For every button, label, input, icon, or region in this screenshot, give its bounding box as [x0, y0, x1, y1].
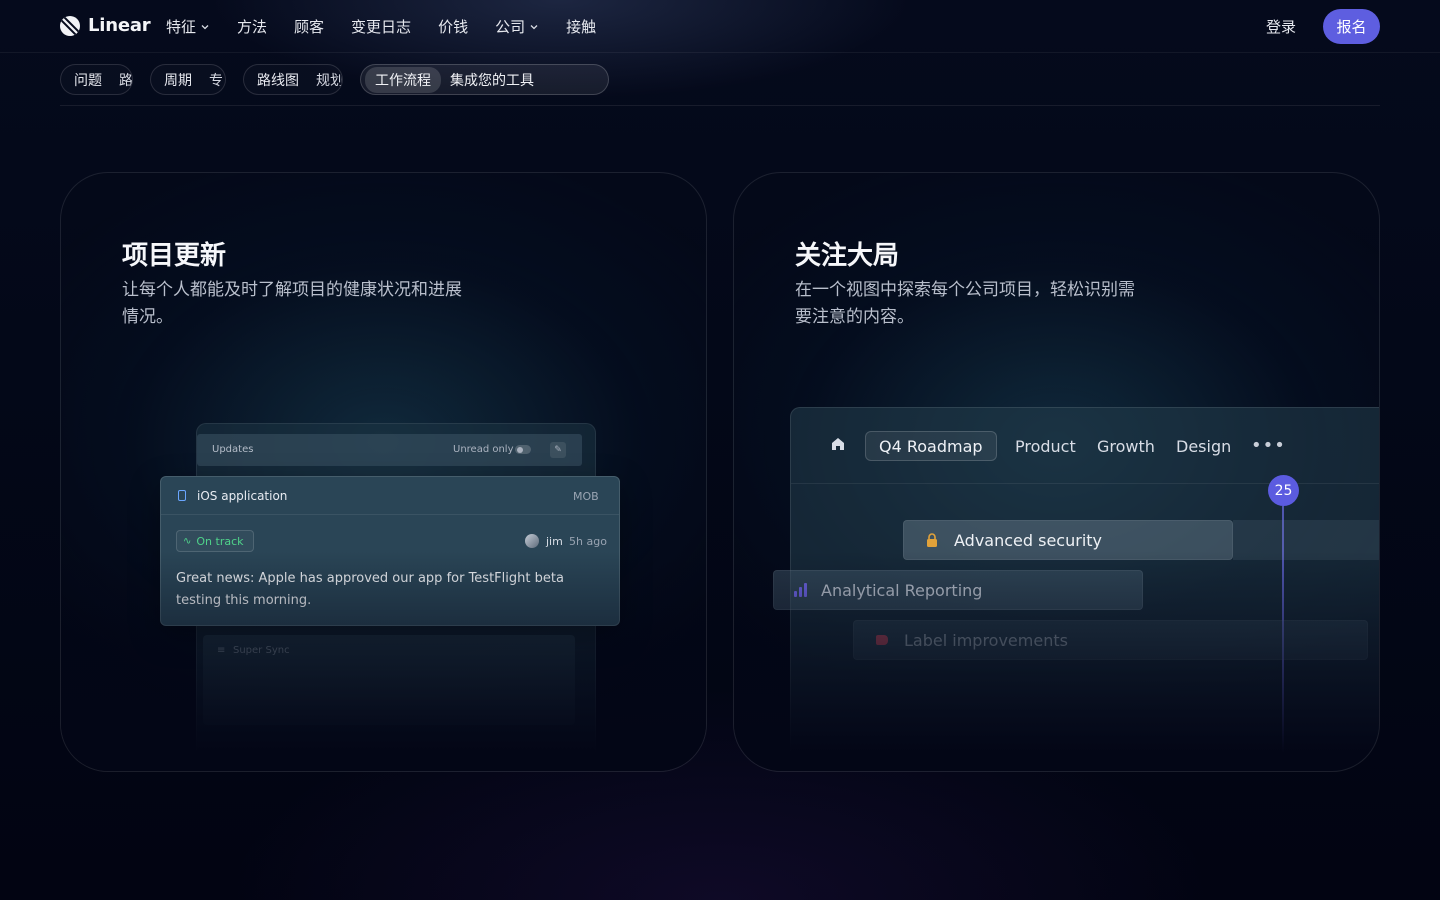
chevron-down-icon: [530, 24, 538, 29]
project-code: MOB: [573, 490, 599, 503]
tab-sub-label: 路: [119, 72, 133, 89]
timeline-bar-extension: [1233, 520, 1379, 560]
updates-label: Updates: [212, 444, 254, 455]
nav-link-label: 特征: [166, 18, 197, 36]
nav-link-label: 变更日志: [351, 18, 412, 36]
nav-links: 特征 方法 顾客 变更日志 价钱 公司 接触: [166, 0, 623, 53]
project-name: iOS application: [197, 489, 288, 503]
project-bar-label: Label improvements: [904, 630, 1068, 650]
tab-q4-roadmap[interactable]: Q4 Roadmap: [865, 431, 997, 461]
chevron-down-icon: [201, 24, 209, 29]
time-ago: 5h ago: [569, 535, 607, 548]
tab-cycles[interactable]: 周期 专: [150, 64, 226, 95]
project-bar-advanced-security[interactable]: Advanced security: [903, 520, 1233, 560]
feature-tabs: 问题 路 周期 专 路线图 规划 工作流程 集成您的工具: [60, 64, 609, 95]
unread-only-label: Unread only: [453, 444, 514, 455]
project-bar-label: Analytical Reporting: [821, 580, 983, 600]
update-message: Great news: Apple has approved our app f…: [176, 571, 564, 608]
nav-link-label: 价钱: [438, 18, 469, 36]
phone-icon: [178, 490, 186, 501]
nav-link-company[interactable]: 公司: [495, 16, 539, 37]
date-marker: 25: [1268, 475, 1299, 506]
card-description: 让每个人都能及时了解项目的健康状况和进展情况。: [122, 280, 462, 327]
pulse-icon: ∿: [183, 535, 192, 547]
avatar: [525, 534, 539, 548]
card-description: 在一个视图中探索每个公司项目，轻松识别需要注意的内容。: [795, 280, 1135, 327]
tab-sub-label: 集成您的工具: [450, 72, 534, 89]
project-bar-analytical-reporting[interactable]: Analytical Reporting: [773, 570, 1143, 610]
nav-link-customers[interactable]: 顾客: [294, 16, 324, 37]
project-updates-card: 项目更新 让每个人都能及时了解项目的健康状况和进展情况。 Updates Unr…: [60, 172, 707, 772]
update-item-header: iOS application MOB: [161, 477, 619, 515]
tab-issues[interactable]: 问题 路: [60, 64, 133, 95]
faded-project-name: Super Sync: [233, 645, 290, 656]
nav-link-features[interactable]: 特征: [166, 16, 210, 37]
roadmap-panel: Q4 Roadmap Product Growth Design ••• 25 …: [773, 407, 1379, 771]
tab-label: 路线图: [257, 72, 299, 89]
updates-header: Updates Unread only ✎: [197, 434, 582, 466]
signup-button[interactable]: 报名: [1323, 9, 1380, 44]
logo-link[interactable]: Linear: [60, 15, 151, 36]
project-bar-label-improvements[interactable]: Label improvements: [853, 620, 1368, 660]
nav-link-label: 公司: [495, 18, 526, 36]
nav-link-changelog[interactable]: 变更日志: [351, 16, 411, 37]
card-title: 项目更新: [122, 241, 227, 271]
tab-label: 问题: [74, 72, 102, 89]
login-link[interactable]: 登录: [1266, 16, 1296, 37]
author-name: jim: [546, 535, 563, 548]
update-item[interactable]: iOS application MOB ∿ On track jim 5h ag…: [160, 476, 620, 626]
faded-update-item: ≡ Super Sync: [203, 635, 575, 725]
roadmap-toolbar: Q4 Roadmap Product Growth Design •••: [791, 408, 1379, 484]
lock-icon: [927, 533, 937, 547]
unread-toggle[interactable]: [515, 445, 531, 454]
nav-link-method[interactable]: 方法: [237, 16, 267, 37]
tab-growth[interactable]: Growth: [1084, 431, 1168, 461]
more-icon[interactable]: •••: [1251, 435, 1286, 456]
nav-link-contact[interactable]: 接触: [566, 16, 596, 37]
tab-sub-label: 专: [209, 72, 223, 89]
card-title: 关注大局: [795, 241, 900, 271]
tab-roadmaps[interactable]: 路线图 规划: [243, 64, 343, 95]
nav-link-label: 顾客: [294, 18, 325, 36]
nav-link-label: 接触: [566, 18, 597, 36]
linear-logo-icon: [60, 15, 80, 36]
status-badge: ∿ On track: [176, 530, 254, 552]
tab-label: 周期: [164, 72, 192, 89]
chart-icon: [794, 583, 807, 597]
nav-link-label: 方法: [237, 18, 268, 36]
tab-design[interactable]: Design: [1163, 431, 1244, 461]
tab-workflows[interactable]: 工作流程 集成您的工具: [360, 64, 609, 95]
top-nav: Linear 特征 方法 顾客 变更日志 价钱 公司 接触 登录 报名: [0, 0, 1440, 53]
logo-text: Linear: [88, 15, 151, 36]
big-picture-card: 关注大局 在一个视图中探索每个公司项目，轻松识别需要注意的内容。 Q4 Road…: [733, 172, 1380, 772]
edit-icon[interactable]: ✎: [550, 442, 566, 458]
tag-icon: [876, 635, 888, 645]
section-divider: [60, 105, 1380, 106]
project-bar-label: Advanced security: [954, 530, 1102, 550]
home-icon[interactable]: [831, 437, 845, 451]
tab-product[interactable]: Product: [1002, 431, 1089, 461]
status-label: On track: [196, 534, 244, 548]
tab-label: 工作流程: [365, 66, 441, 93]
tab-sub-label: 规划: [316, 72, 343, 89]
nav-link-pricing[interactable]: 价钱: [438, 16, 468, 37]
list-icon: ≡: [217, 645, 226, 656]
